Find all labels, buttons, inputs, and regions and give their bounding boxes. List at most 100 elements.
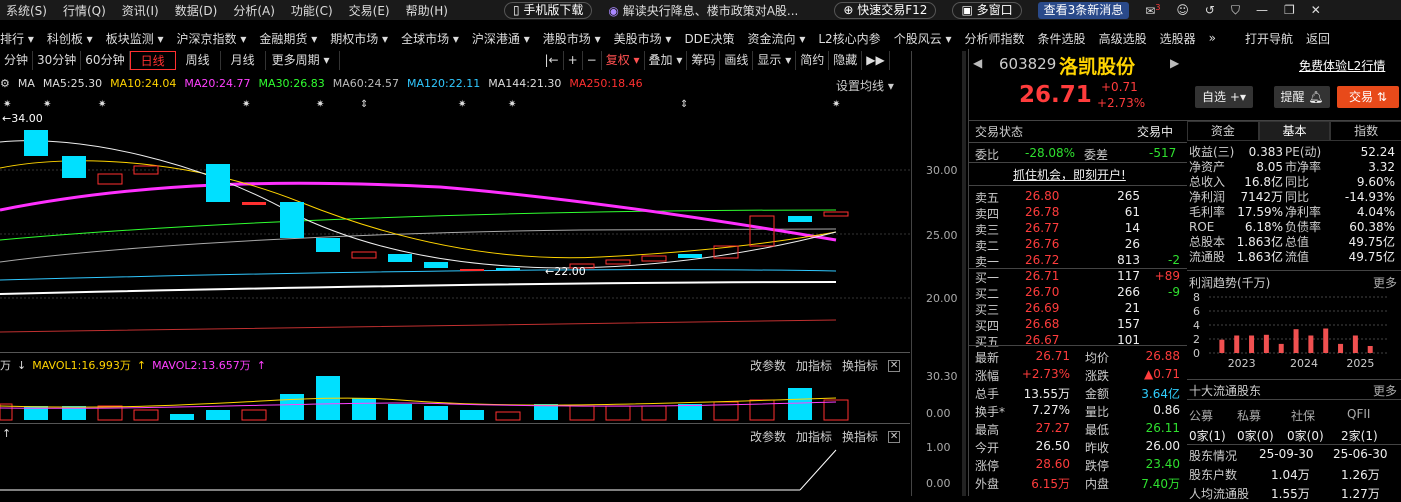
kline-chart[interactable]: ✷ ✷ ✷ ✷ ✷ ⇕ ✷ ✷ ⇕ ✷ ←34.00 ←22.00: [0, 92, 910, 350]
holders-more-link[interactable]: 更多: [1373, 382, 1397, 399]
prev-stock-icon[interactable]: ◀: [973, 56, 982, 70]
zoom-out-button[interactable]: −: [583, 51, 602, 70]
menu-news[interactable]: 资讯(I): [122, 2, 159, 19]
holders-count-label: 股东户数: [1189, 468, 1238, 482]
nav-capital-flow[interactable]: 资金流向 ▾: [748, 30, 806, 47]
fundamental-label: 同比: [1285, 175, 1310, 189]
level-price[interactable]: 26.71: [1025, 269, 1059, 283]
ma-gear-icon[interactable]: ⚙: [0, 77, 10, 93]
nav-cond-select[interactable]: 条件选股: [1038, 30, 1086, 47]
tab-index[interactable]: 指数: [1330, 121, 1401, 141]
nav-rank[interactable]: 排行 ▾: [0, 30, 34, 47]
period-more[interactable]: 更多周期 ▾: [266, 51, 341, 70]
mobile-download-button[interactable]: ▯ 手机版下载: [503, 1, 593, 19]
menu-data[interactable]: 数据(D): [175, 2, 218, 19]
window-icon: ▣: [961, 2, 977, 17]
nav-hk[interactable]: 港股市场 ▾: [543, 30, 601, 47]
refresh-icon[interactable]: ↺: [1205, 3, 1215, 17]
ask-row: 卖五 26.80 265: [975, 189, 1180, 205]
simple-button[interactable]: 简约: [796, 51, 830, 70]
level-price[interactable]: 26.77: [1025, 221, 1059, 235]
profit-ytick: 4: [1193, 319, 1200, 332]
expand-button[interactable]: ▶▶: [862, 51, 890, 70]
quote-value: 0.86: [1153, 403, 1180, 417]
level-price[interactable]: 26.70: [1025, 285, 1059, 299]
period-60min[interactable]: 60分钟: [81, 51, 130, 70]
open-account-link[interactable]: 抓住机会，即刻开户!: [1013, 166, 1126, 183]
nav-more[interactable]: »: [1209, 31, 1216, 45]
nav-open-nav[interactable]: 打开导航: [1245, 30, 1293, 47]
profit-xticks: 2023 2024 2025: [1228, 357, 1375, 370]
adjust-dropdown[interactable]: 复权 ▾: [602, 51, 645, 70]
level-price[interactable]: 26.68: [1025, 317, 1059, 331]
nav-back[interactable]: 返回: [1306, 30, 1330, 47]
period-weekly[interactable]: 周线: [176, 51, 221, 70]
menu-help[interactable]: 帮助(H): [406, 2, 448, 19]
quick-trade-button[interactable]: ⊕ 快速交易F12: [834, 1, 937, 19]
level-price[interactable]: 26.76: [1025, 237, 1059, 251]
chips-button[interactable]: 筹码: [687, 51, 721, 70]
level-price[interactable]: 26.72: [1025, 253, 1059, 267]
nav-sector-monitor[interactable]: 板块监测 ▾: [106, 30, 164, 47]
watchlist-label: 自选: [1202, 90, 1227, 104]
menu-system[interactable]: 系统(S): [6, 2, 47, 19]
quote-row: 涨幅 +2.73% 涨跌 ▲0.71: [975, 367, 1180, 383]
nav-us[interactable]: 美股市场 ▾: [614, 30, 672, 47]
nav-selector[interactable]: 选股器: [1160, 30, 1196, 47]
draw-button[interactable]: 画线: [720, 51, 754, 70]
nav-adv-select[interactable]: 高级选股: [1099, 30, 1147, 47]
free-l2-link[interactable]: 免费体验L2行情: [1299, 57, 1385, 74]
quote-value: 7.27%: [1031, 403, 1070, 417]
close-icon[interactable]: ✕: [1311, 3, 1321, 17]
order-diff-value: -517: [1149, 146, 1177, 160]
overlay-dropdown[interactable]: 叠加 ▾: [645, 51, 688, 70]
fundamental-value: 49.75亿: [1348, 250, 1395, 264]
menu-trade[interactable]: 交易(E): [349, 2, 390, 19]
period-1min[interactable]: 分钟: [0, 51, 34, 70]
panel-splitter[interactable]: [962, 51, 966, 496]
nav-fin-futures[interactable]: 金融期货 ▾: [259, 30, 317, 47]
menu-function[interactable]: 功能(C): [291, 2, 333, 19]
nav-stock-story[interactable]: 个股风云 ▾: [894, 30, 952, 47]
next-stock-icon[interactable]: ▶: [1170, 56, 1179, 70]
jump-start-button[interactable]: |←: [540, 51, 564, 70]
trade-button[interactable]: 交易 ⇅: [1337, 86, 1399, 108]
tab-basic[interactable]: 基本: [1258, 121, 1331, 141]
level-price[interactable]: 26.69: [1025, 301, 1059, 315]
skin-icon[interactable]: ☺: [1176, 3, 1189, 17]
nav-index[interactable]: 沪深京指数 ▾: [177, 30, 247, 47]
alert-button[interactable]: 提醒 🔔︎: [1274, 86, 1330, 108]
zoom-in-button[interactable]: +: [564, 51, 583, 70]
level-price[interactable]: 26.80: [1025, 189, 1059, 203]
profit-more-link[interactable]: 更多: [1373, 274, 1397, 291]
menu-quote[interactable]: 行情(Q): [63, 2, 106, 19]
display-dropdown[interactable]: 显示 ▾: [753, 51, 797, 70]
volume-bar: [206, 410, 230, 420]
fundamental-value: 1.863亿: [1236, 250, 1283, 264]
tab-capital[interactable]: 资金: [1187, 121, 1259, 141]
nav-l2[interactable]: L2核心内参: [818, 30, 880, 47]
nav-options[interactable]: 期权市场 ▾: [330, 30, 388, 47]
fundamental-label: 市净率: [1285, 160, 1322, 174]
minimize-icon[interactable]: —: [1256, 3, 1268, 17]
nav-dde[interactable]: DDE决策: [684, 30, 734, 47]
period-daily[interactable]: 日线: [129, 51, 176, 70]
nav-analyst[interactable]: 分析师指数: [965, 30, 1025, 47]
restore-icon[interactable]: ❐: [1284, 3, 1295, 17]
nav-star-market[interactable]: 科创板 ▾: [47, 30, 93, 47]
volume-bar: [460, 410, 484, 420]
level-price[interactable]: 26.78: [1025, 205, 1059, 219]
period-30min[interactable]: 30分钟: [33, 51, 82, 70]
nav-global[interactable]: 全球市场 ▾: [401, 30, 459, 47]
new-messages-button[interactable]: 查看3条新消息: [1037, 1, 1130, 19]
mail-icon[interactable]: ✉3: [1145, 3, 1160, 18]
watchlist-button[interactable]: 自选 +▾: [1195, 86, 1253, 108]
hide-button[interactable]: 隐藏: [829, 51, 863, 70]
shirt-icon[interactable]: ⛉: [1231, 3, 1240, 18]
nav-connect[interactable]: 沪深港通 ▾: [472, 30, 530, 47]
period-monthly[interactable]: 月线: [221, 51, 266, 70]
volume-pane-close-icon[interactable]: ✕: [888, 359, 901, 372]
menu-analysis[interactable]: 分析(A): [233, 2, 275, 19]
multi-window-button[interactable]: ▣ 多窗口: [952, 1, 1022, 19]
news-headline-link[interactable]: ◉ 解读央行降息、楼市政策对A股...: [608, 2, 798, 19]
